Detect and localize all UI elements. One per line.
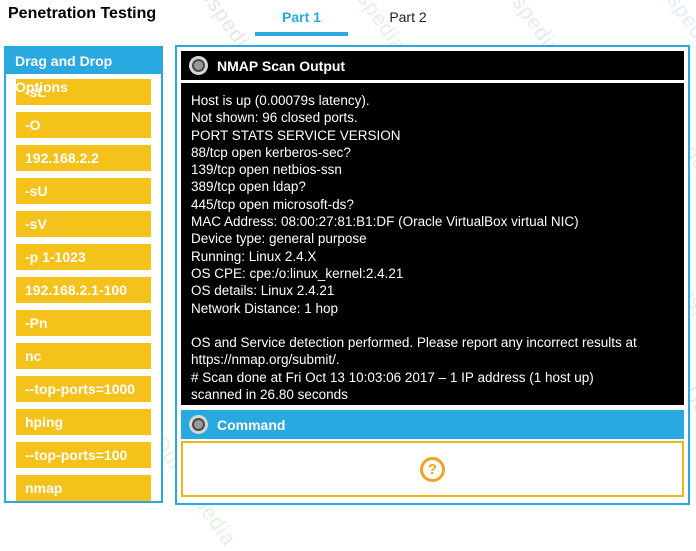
drag-option[interactable]: -p 1-1023 xyxy=(16,244,151,270)
drag-option[interactable]: -sV xyxy=(16,211,151,237)
scan-output-line: Not shown: 96 closed ports. xyxy=(191,109,674,126)
scan-output-line: Device type: general purpose xyxy=(191,230,674,247)
scan-output-line: OS CPE: cpe:/o:linux_kernel:2.4.21 xyxy=(191,265,674,282)
scan-output-line: 389/tcp open ldap? xyxy=(191,178,674,195)
tab-part-1[interactable]: Part 1 xyxy=(255,9,348,36)
drag-option[interactable]: hping xyxy=(16,409,151,435)
scan-output-line: https://nmap.org/submit/. xyxy=(191,351,674,368)
drag-option[interactable]: 192.168.2.2 xyxy=(16,145,151,171)
drag-drop-options-panel: Drag and Drop Options -sL -O 192.168.2.2… xyxy=(4,46,163,503)
drag-option[interactable]: 192.168.2.1-100 xyxy=(16,277,151,303)
scan-output-line: OS details: Linux 2.4.21 xyxy=(191,282,674,299)
command-title: Command xyxy=(217,417,285,433)
drag-option[interactable]: -O xyxy=(16,112,151,138)
scan-output-line: 88/tcp open kerberos-sec? xyxy=(191,144,674,161)
scan-output-line: Running: Linux 2.4.X xyxy=(191,248,674,265)
options-list: -sL -O 192.168.2.2 -sU -sV -p 1-1023 192… xyxy=(6,74,161,501)
scan-output-line: PORT STATS SERVICE VERSION xyxy=(191,127,674,144)
scan-output-line: 139/tcp open netbios-ssn xyxy=(191,161,674,178)
options-panel-header: Drag and Drop Options xyxy=(6,48,161,74)
question-mark-icon: ? xyxy=(420,457,445,482)
page-title: Penetration Testing xyxy=(8,5,156,23)
drag-option[interactable]: --top-ports=100 xyxy=(16,442,151,468)
radio-icon xyxy=(189,415,208,434)
scan-output-line: scanned in 26.80 seconds xyxy=(191,386,674,403)
drag-option[interactable]: nmap xyxy=(16,475,151,501)
drag-option[interactable]: nc xyxy=(16,343,151,369)
nmap-scan-output-header: NMAP Scan Output xyxy=(181,51,684,80)
scan-output-line: Host is up (0.00079s latency). xyxy=(191,92,674,109)
command-drop-zone[interactable]: ? xyxy=(181,441,684,497)
drag-option[interactable]: -sU xyxy=(16,178,151,204)
exam-question-page: Dumpspedia Dumpspedia Dumpspedia Dumpspe… xyxy=(0,0,696,520)
nmap-scan-output-text: Host is up (0.00079s latency). Not shown… xyxy=(181,83,684,405)
drag-option[interactable]: -Pn xyxy=(16,310,151,336)
drag-option[interactable]: -sL xyxy=(16,79,151,105)
radio-icon xyxy=(189,56,208,75)
scan-output-line: MAC Address: 08:00:27:81:B1:DF (Oracle V… xyxy=(191,213,674,230)
drag-option[interactable]: --top-ports=1000 xyxy=(16,376,151,402)
scan-output-line: Network Distance: 1 hop xyxy=(191,300,674,317)
scan-output-line: # Scan done at Fri Oct 13 10:03:06 2017 … xyxy=(191,369,674,386)
scan-output-line xyxy=(191,317,674,334)
tab-part-2[interactable]: Part 2 xyxy=(384,9,432,25)
command-header: Command xyxy=(181,410,684,439)
main-panel: NMAP Scan Output Host is up (0.00079s la… xyxy=(175,45,690,505)
nmap-scan-output-title: NMAP Scan Output xyxy=(217,58,345,74)
scan-output-line: OS and Service detection performed. Plea… xyxy=(191,334,674,351)
scan-output-line: 445/tcp open microsoft-ds? xyxy=(191,196,674,213)
